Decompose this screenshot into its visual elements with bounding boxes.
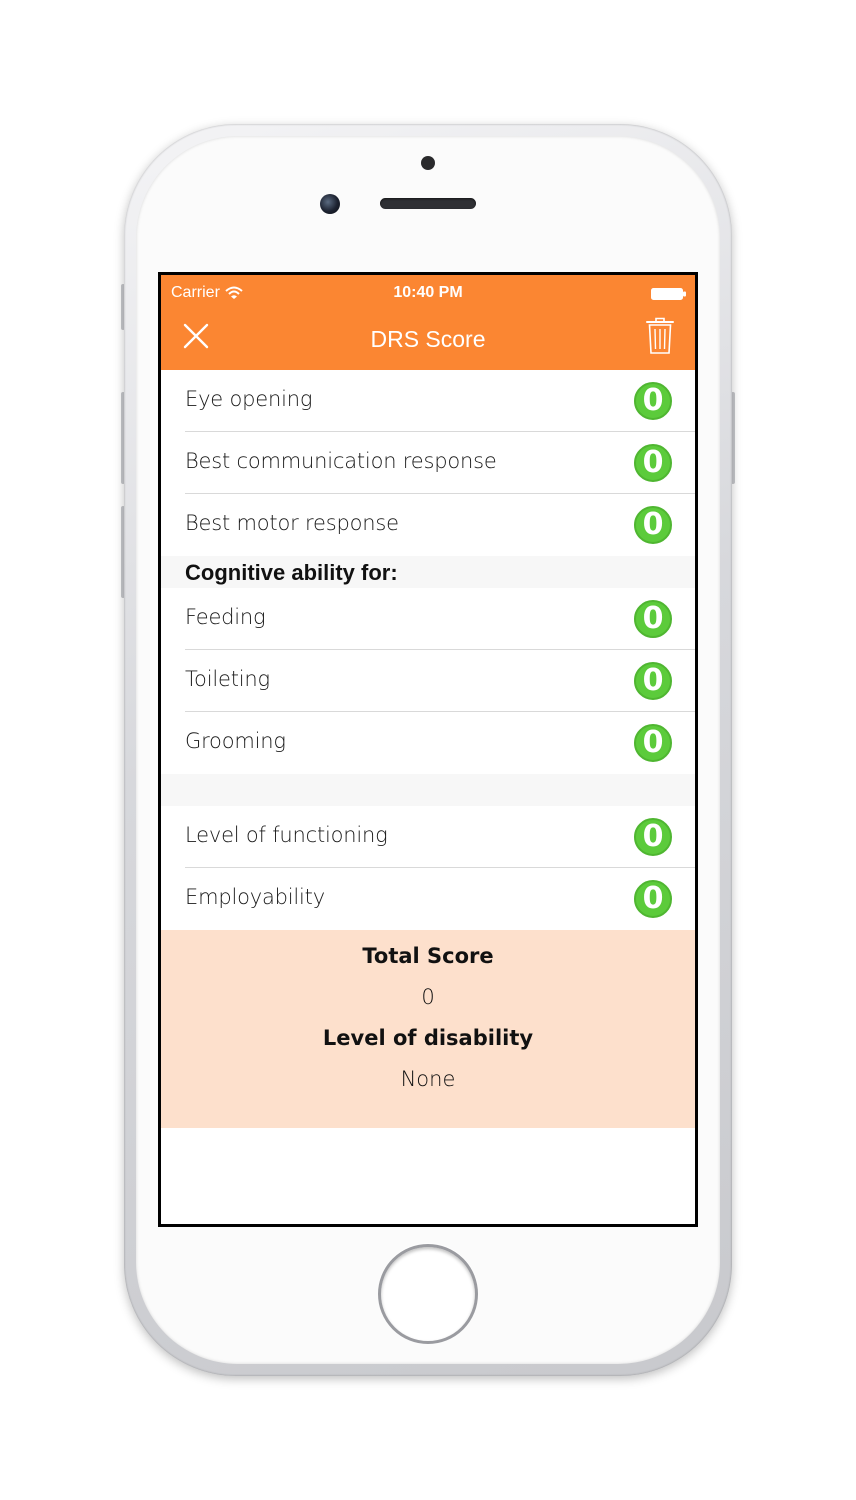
list-item-grooming[interactable]: Grooming 0 xyxy=(161,712,695,774)
section-title: Cognitive ability for: xyxy=(185,560,398,585)
page-title: DRS Score xyxy=(370,326,486,352)
list-item-eye-opening[interactable]: Eye opening 0 xyxy=(161,370,695,432)
list-item-feeding[interactable]: Feeding 0 xyxy=(161,588,695,650)
status-bar: Carrier 10:40 PM xyxy=(161,275,695,309)
item-label: Employability xyxy=(185,885,325,909)
score-badge[interactable]: 0 xyxy=(634,382,672,420)
score-badge[interactable]: 0 xyxy=(634,818,672,856)
item-label: Best communication response xyxy=(185,449,497,473)
trash-icon[interactable] xyxy=(645,317,675,355)
earpiece-speaker xyxy=(380,198,476,209)
list-item-toileting[interactable]: Toileting 0 xyxy=(161,650,695,712)
score-badge[interactable]: 0 xyxy=(634,880,672,918)
total-score-value: 0 xyxy=(421,985,435,1009)
battery-icon xyxy=(651,288,686,300)
score-badge[interactable]: 0 xyxy=(634,662,672,700)
phone-screen: Carrier 10:40 PM DRS Score Eye opening 0… xyxy=(158,272,698,1227)
top-bar: Carrier 10:40 PM DRS Score xyxy=(161,275,695,370)
proximity-sensor xyxy=(421,156,435,170)
item-label: Eye opening xyxy=(185,387,313,411)
disability-value: None xyxy=(400,1067,456,1091)
home-button[interactable] xyxy=(378,1244,478,1344)
list-item-best-communication-response[interactable]: Best communication response 0 xyxy=(161,432,695,494)
score-badge[interactable]: 0 xyxy=(634,600,672,638)
score-badge[interactable]: 0 xyxy=(634,506,672,544)
item-label: Grooming xyxy=(185,729,286,753)
status-time: 10:40 PM xyxy=(393,284,463,301)
front-camera xyxy=(320,194,340,214)
item-label: Toileting xyxy=(185,667,270,691)
section-header-cognitive: Cognitive ability for: xyxy=(161,556,695,588)
total-score-label: Total Score xyxy=(362,944,494,968)
navigation-bar: DRS Score xyxy=(161,309,695,370)
item-label: Level of functioning xyxy=(185,823,388,847)
score-badge[interactable]: 0 xyxy=(634,724,672,762)
disability-label: Level of disability xyxy=(322,1026,534,1050)
item-label: Best motor response xyxy=(185,511,399,535)
item-label: Feeding xyxy=(185,605,266,629)
list-item-level-of-functioning[interactable]: Level of functioning 0 xyxy=(161,806,695,868)
list-item-employability[interactable]: Employability 0 xyxy=(161,868,695,930)
app-display: Carrier 10:40 PM DRS Score Eye opening 0… xyxy=(161,275,695,1224)
list-item-best-motor-response[interactable]: Best motor response 0 xyxy=(161,494,695,556)
score-badge[interactable]: 0 xyxy=(634,444,672,482)
section-spacer xyxy=(161,774,695,806)
score-summary: Total Score 0 Level of disability None xyxy=(161,930,695,1128)
